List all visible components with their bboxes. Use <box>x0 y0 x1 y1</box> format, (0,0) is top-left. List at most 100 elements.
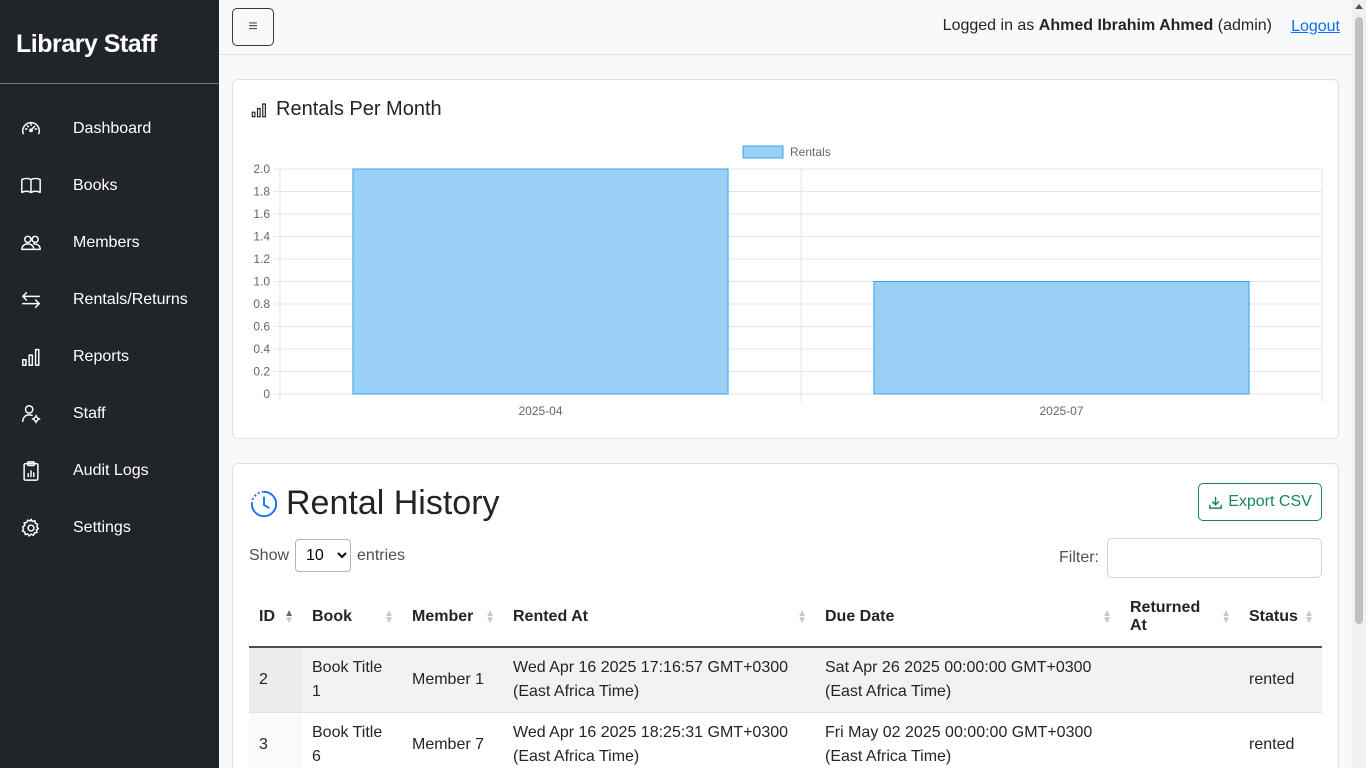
sort-icon: ▲ ▼ <box>1102 607 1112 626</box>
sidebar-item-label: Reports <box>73 347 130 365</box>
page-scrollbar[interactable] <box>1352 0 1366 768</box>
cell-member: Member 7 <box>402 712 503 768</box>
rental-history-table: ID ▲ ▼ Book ▲ ▼ Member ▲ ▼ Rented At ▲ ▼ Due Dat… <box>249 587 1322 768</box>
cell-book: Book Title 6 <box>302 712 402 768</box>
person-gear-icon <box>18 403 44 425</box>
bar-chart-icon <box>18 346 44 368</box>
people-icon <box>18 232 44 254</box>
scroll-up-arrow-icon[interactable] <box>1355 4 1363 9</box>
sidebar-item-rentals-returns[interactable]: Rentals/Returns <box>0 271 219 328</box>
show-label: Show <box>249 546 290 564</box>
cell-member: Member 1 <box>402 647 503 713</box>
table-header-row: ID ▲ ▼ Book ▲ ▼ Member ▲ ▼ Rented At ▲ ▼ Due Dat… <box>249 587 1322 648</box>
sidebar-item-label: Rentals/Returns <box>73 290 188 308</box>
export-csv-button[interactable]: Export CSV <box>1198 483 1322 521</box>
bar <box>873 281 1250 395</box>
sort-icon: ▲ ▼ <box>797 607 807 626</box>
bar <box>352 168 729 395</box>
sort-icon: ▲ ▼ <box>284 607 294 626</box>
user-role: (admin) <box>1217 17 1272 34</box>
history-title-text: Rental History <box>286 484 500 522</box>
x-tick-label: 2025-04 <box>518 404 562 418</box>
y-tick-label: 1.6 <box>253 207 270 221</box>
sort-icon: ▲ ▼ <box>485 607 495 626</box>
rental-history-card: Rental History Export CSV Show 10 entrie… <box>232 463 1339 768</box>
sidebar-item-label: Audit Logs <box>73 461 149 479</box>
book-icon <box>18 175 44 197</box>
user-info: Logged in as Ahmed Ibrahim Ahmed (admin) <box>943 17 1272 35</box>
brand-title: Library Staff <box>0 0 219 84</box>
entries-label: entries <box>357 546 406 564</box>
sidebar-item-label: Settings <box>73 518 131 536</box>
sidebar-item-members[interactable]: Members <box>0 214 219 271</box>
sidebar-item-audit-logs[interactable]: Audit Logs <box>0 442 219 499</box>
page-size-select[interactable]: 10 <box>295 539 352 572</box>
logged-in-prefix: Logged in as <box>942 17 1035 34</box>
cell-due-date: Sat Apr 26 2025 00:00:00 GMT+0300 (East … <box>815 647 1120 713</box>
page-size-control: Show 10 entries <box>249 539 405 572</box>
cell-id: 3 <box>249 712 302 768</box>
sidebar-item-reports[interactable]: Reports <box>0 328 219 385</box>
scrollbar-thumb[interactable] <box>1355 17 1363 624</box>
y-tick-label: 0.4 <box>253 342 270 356</box>
cell-returned-at <box>1120 712 1239 768</box>
gear-icon <box>18 517 44 539</box>
sort-icon: ▲ ▼ <box>384 607 394 626</box>
rentals-chart-card: Rentals Per Month 0 0.2 0.4 0.6 0.8 1.0 1.2 1.4… <box>232 79 1339 439</box>
legend-label: Rentals <box>790 145 831 159</box>
cell-rented-at: Wed Apr 16 2025 17:16:57 GMT+0300 (East … <box>503 647 815 713</box>
cell-id: 2 <box>249 647 302 713</box>
sidebar-item-label: Members <box>73 233 140 251</box>
download-icon <box>1209 496 1223 509</box>
sort-icon: ▲ ▼ <box>1304 607 1314 626</box>
sidebar-item-label: Staff <box>73 404 106 422</box>
column-header-due-date[interactable]: Due Date ▲ ▼ <box>815 587 1120 648</box>
filter-input[interactable] <box>1107 538 1322 578</box>
cell-status: rented <box>1239 712 1322 768</box>
speedometer-icon <box>18 118 44 140</box>
table-row: 3 Book Title 6 Member 7 Wed Apr 16 2025 … <box>249 712 1322 768</box>
y-tick-label: 1.2 <box>253 252 270 266</box>
sidebar-item-label: Books <box>73 176 118 194</box>
column-header-status[interactable]: Status ▲ ▼ <box>1239 587 1322 648</box>
sidebar-item-dashboard[interactable]: Dashboard <box>0 100 219 157</box>
x-tick-label: 2025-07 <box>1039 404 1083 418</box>
clipboard-data-icon <box>18 460 44 482</box>
y-tick-label: 0.2 <box>253 365 270 379</box>
column-header-book[interactable]: Book ▲ ▼ <box>302 587 402 648</box>
y-tick-label: 0.8 <box>253 297 270 311</box>
sidebar-item-label: Dashboard <box>73 119 152 137</box>
table-row: 2 Book Title 1 Member 1 Wed Apr 16 2025 … <box>249 647 1322 713</box>
arrows-exchange-icon <box>18 289 44 311</box>
user-name: Ahmed Ibrahim Ahmed <box>1038 17 1214 34</box>
cell-status: rented <box>1239 647 1322 713</box>
sidebar-item-settings[interactable]: Settings <box>0 499 219 556</box>
legend-swatch <box>742 145 784 159</box>
column-header-returned-at[interactable]: Returned At ▲ ▼ <box>1120 587 1239 648</box>
cell-rented-at: Wed Apr 16 2025 18:25:31 GMT+0300 (East … <box>503 712 815 768</box>
y-tick-label: 0.6 <box>253 320 270 334</box>
column-header-id[interactable]: ID ▲ ▼ <box>249 587 302 648</box>
sidebar: Library Staff Dashboard Books Members Re… <box>0 0 219 768</box>
filter-control: Filter: <box>1059 538 1322 578</box>
column-header-rented-at[interactable]: Rented At ▲ ▼ <box>503 587 815 648</box>
sidebar-item-books[interactable]: Books <box>0 157 219 214</box>
cell-due-date: Fri May 02 2025 00:00:00 GMT+0300 (East … <box>815 712 1120 768</box>
cell-returned-at <box>1120 647 1239 713</box>
rentals-bar-chart: 0 0.2 0.4 0.6 0.8 1.0 1.2 1.4 1.6 1.8 2.0 2025-04 20… <box>253 145 1323 418</box>
sidebar-toggle-button[interactable]: ≡ <box>232 8 274 46</box>
y-tick-label: 1.4 <box>253 230 270 244</box>
export-csv-label: Export CSV <box>1228 493 1312 510</box>
sidebar-nav: Dashboard Books Members Rentals/Returns … <box>0 84 219 556</box>
column-header-member[interactable]: Member ▲ ▼ <box>402 587 503 648</box>
y-tick-label: 2.0 <box>253 162 270 176</box>
cell-book: Book Title 1 <box>302 647 402 713</box>
top-bar: ≡ Logged in as Ahmed Ibrahim Ahmed (admi… <box>219 0 1352 55</box>
clock-history-icon <box>250 490 278 517</box>
logout-link[interactable]: Logout <box>1291 18 1340 36</box>
history-title: Rental History <box>249 484 500 523</box>
y-tick-label: 0 <box>263 387 270 401</box>
sidebar-item-staff[interactable]: Staff <box>0 385 219 442</box>
filter-label: Filter: <box>1059 549 1099 566</box>
sort-icon: ▲ ▼ <box>1221 607 1231 626</box>
